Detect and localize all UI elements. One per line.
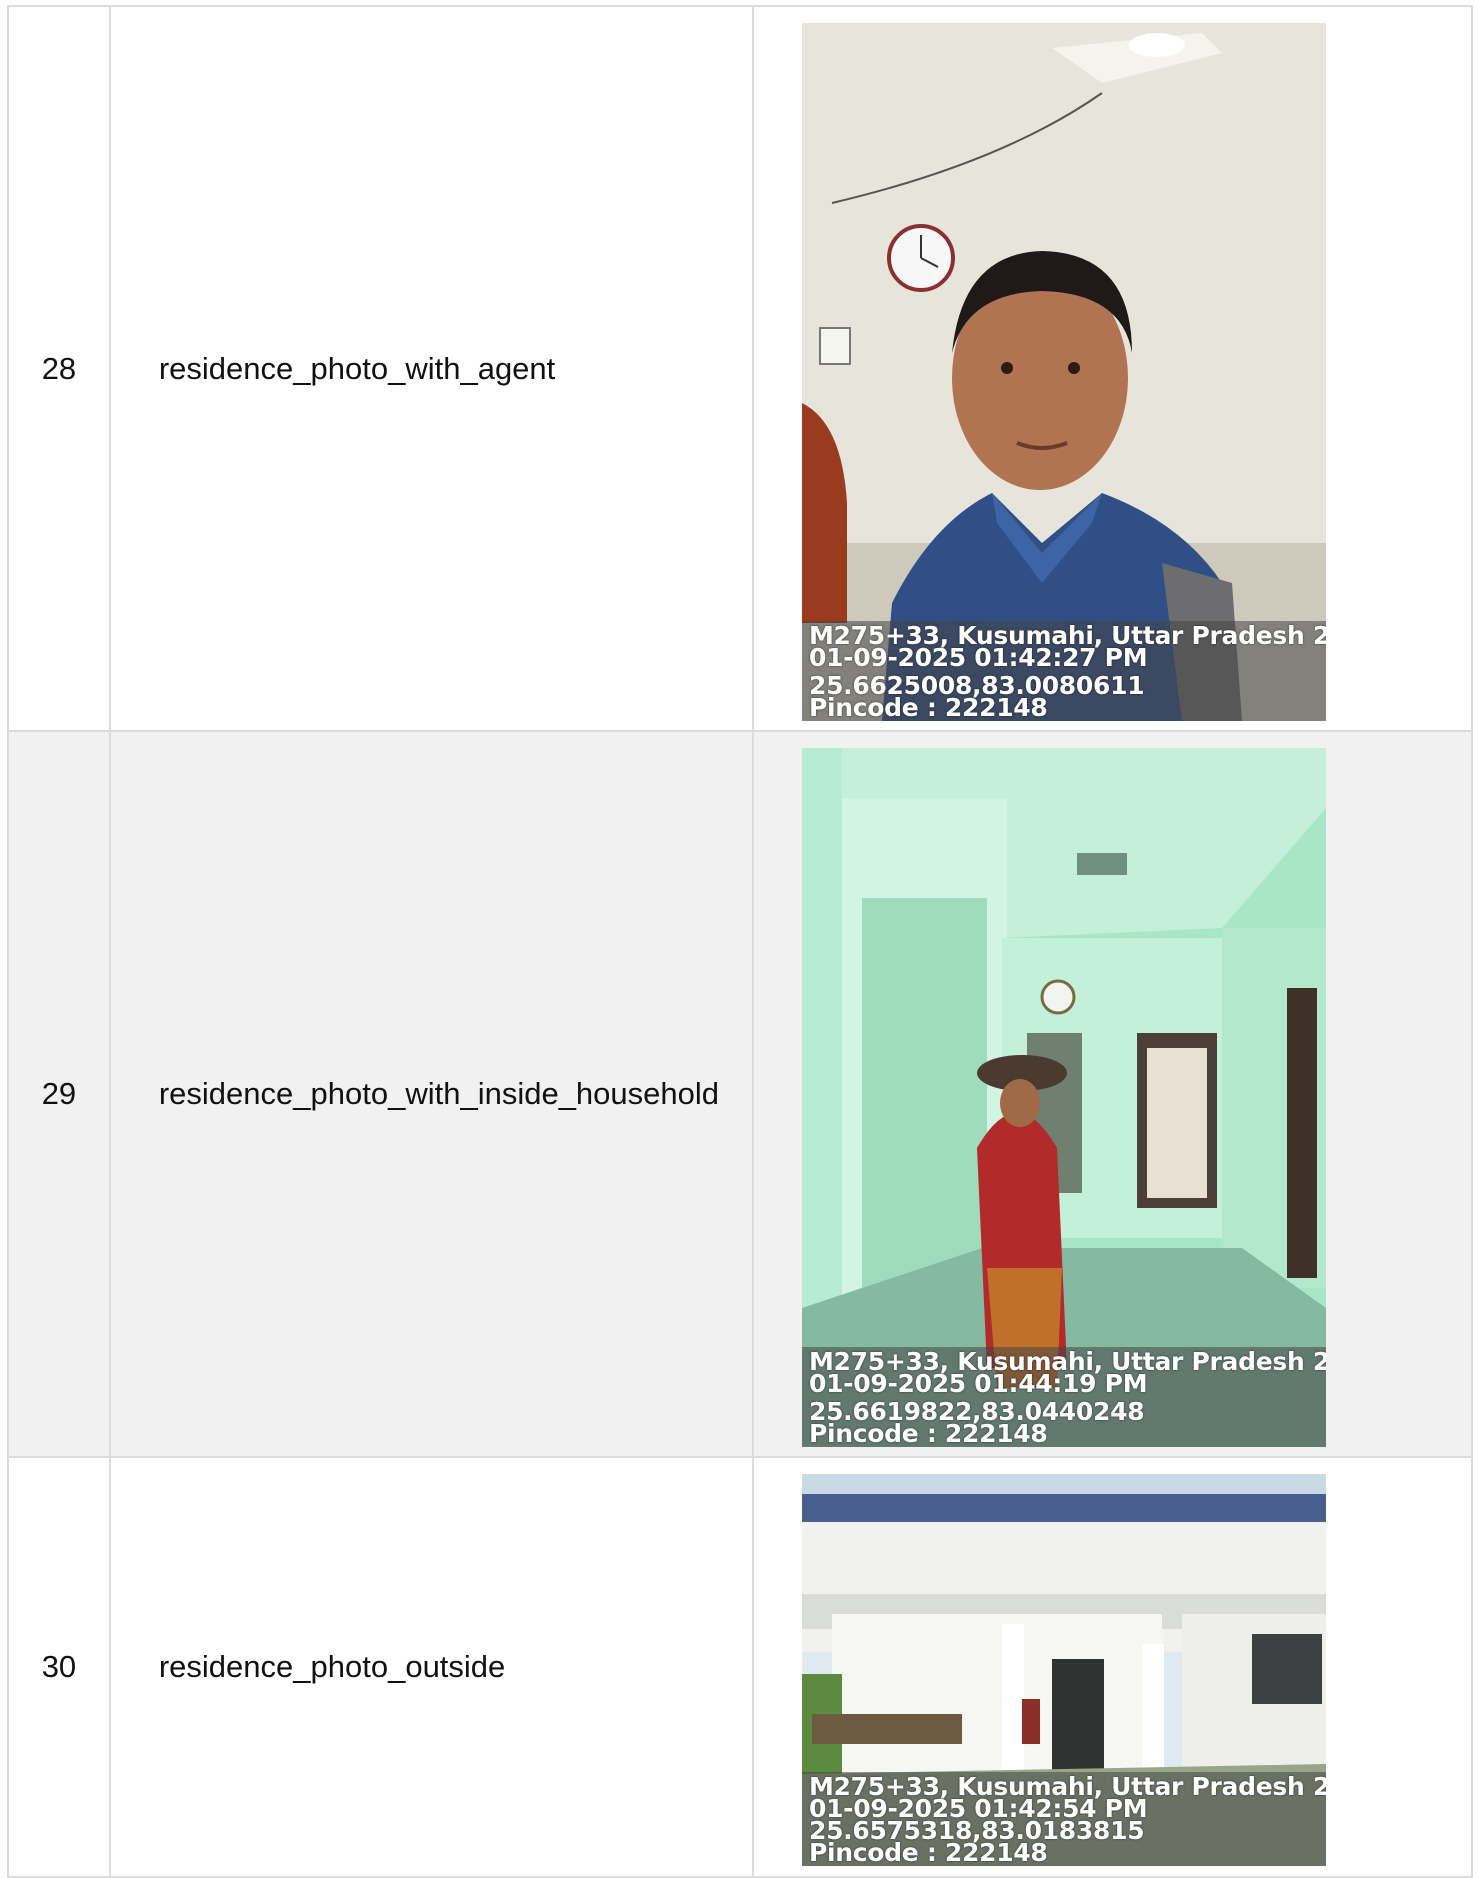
photo-cell: M275+33, Kusumahi, Uttar Pradesh 222148,… [753,7,1473,732]
geo-stamp: M275+33, Kusumahi, Uttar Pradesh 222148,… [801,621,1326,721]
household-interior-image [801,748,1326,1447]
residence-photo-outside[interactable]: M275+33, Kusumahi, Uttar Pradesh 222148,… [801,1474,1326,1866]
stamp-datetime: 01-09-2025 01:44:19 PM [808,1369,1148,1398]
stamp-pincode: Pincode : 222148 [808,693,1048,721]
photo-cell: M275+33, Kusumahi, Uttar Pradesh 222148,… [753,732,1473,1458]
residence-photo-inside-household[interactable]: M275+33, Kusumahi, Uttar Pradesh 222148,… [801,748,1326,1447]
row-index: 28 [9,7,111,732]
photo-field-name: residence_photo_with_inside_household [110,732,754,1458]
table-row: 30 residence_photo_outside M275+33, Kusu… [9,1458,1473,1878]
stamp-pincode: Pincode : 222148 [808,1838,1048,1866]
photo-table: 28 residence_photo_with_agent M275+33, K… [7,5,1473,1878]
photo-field-name: residence_photo_with_agent [110,7,754,732]
row-index: 29 [9,732,111,1458]
geo-stamp: M275+33, Kusumahi, Uttar Pradesh 222148,… [801,1772,1326,1866]
agent-selfie-image [801,23,1326,721]
residence-photo-with-agent[interactable]: M275+33, Kusumahi, Uttar Pradesh 222148,… [801,23,1326,721]
table-row: 28 residence_photo_with_agent M275+33, K… [9,7,1473,732]
row-index: 30 [9,1458,111,1878]
table-row: 29 residence_photo_with_inside_household [9,732,1473,1458]
photo-cell: M275+33, Kusumahi, Uttar Pradesh 222148,… [753,1458,1473,1878]
photo-field-name: residence_photo_outside [110,1458,754,1878]
stamp-datetime: 01-09-2025 01:42:27 PM [808,643,1148,672]
geo-stamp: M275+33, Kusumahi, Uttar Pradesh 222148,… [801,1347,1326,1447]
stamp-pincode: Pincode : 222148 [808,1419,1048,1447]
